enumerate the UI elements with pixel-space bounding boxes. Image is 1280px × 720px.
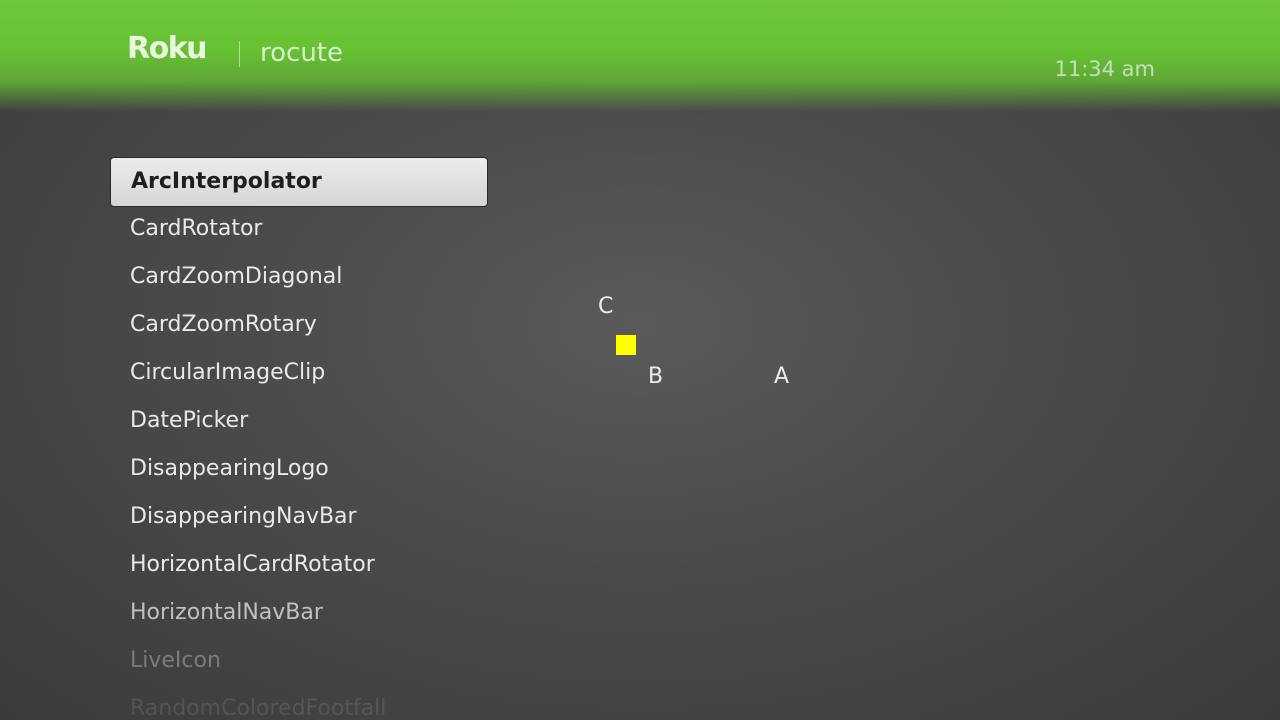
header-bar: Roku rocute 11:34 am [0, 0, 1280, 112]
menu-item-cardzoomrotary[interactable]: CardZoomRotary [110, 301, 490, 349]
roku-logo: Roku [127, 31, 208, 66]
menu-item-disappearinglogo[interactable]: DisappearingLogo [110, 445, 490, 493]
header-divider [239, 41, 240, 67]
point-label-a: A [774, 364, 790, 389]
menu-item-datepicker[interactable]: DatePicker [110, 397, 490, 445]
menu-item-liveicon[interactable]: LiveIcon [110, 637, 490, 685]
menu-item-disappearingnavbar[interactable]: DisappearingNavBar [110, 493, 490, 541]
clock: 11:34 am [1054, 57, 1155, 81]
menu-item-horizontalcardrotator[interactable]: HorizontalCardRotator [110, 541, 490, 589]
app-name: rocute [260, 38, 343, 68]
point-label-b: B [648, 364, 664, 389]
menu-item-cardzoomdiagonal[interactable]: CardZoomDiagonal [110, 253, 490, 301]
menu-item-circularimageclip[interactable]: CircularImageClip [110, 349, 490, 397]
menu-item-cardrotator[interactable]: CardRotator [110, 205, 490, 253]
menu-item-arcinterpolator[interactable]: ArcInterpolator [110, 157, 488, 207]
menu-item-randomcoloredfootfall[interactable]: RandomColoredFootfall [110, 685, 490, 720]
point-label-c: C [598, 294, 614, 319]
menu-item-horizontalnavbar[interactable]: HorizontalNavBar [110, 589, 490, 637]
menu-list: ArcInterpolator CardRotator CardZoomDiag… [110, 157, 490, 720]
animated-marker [616, 335, 636, 355]
